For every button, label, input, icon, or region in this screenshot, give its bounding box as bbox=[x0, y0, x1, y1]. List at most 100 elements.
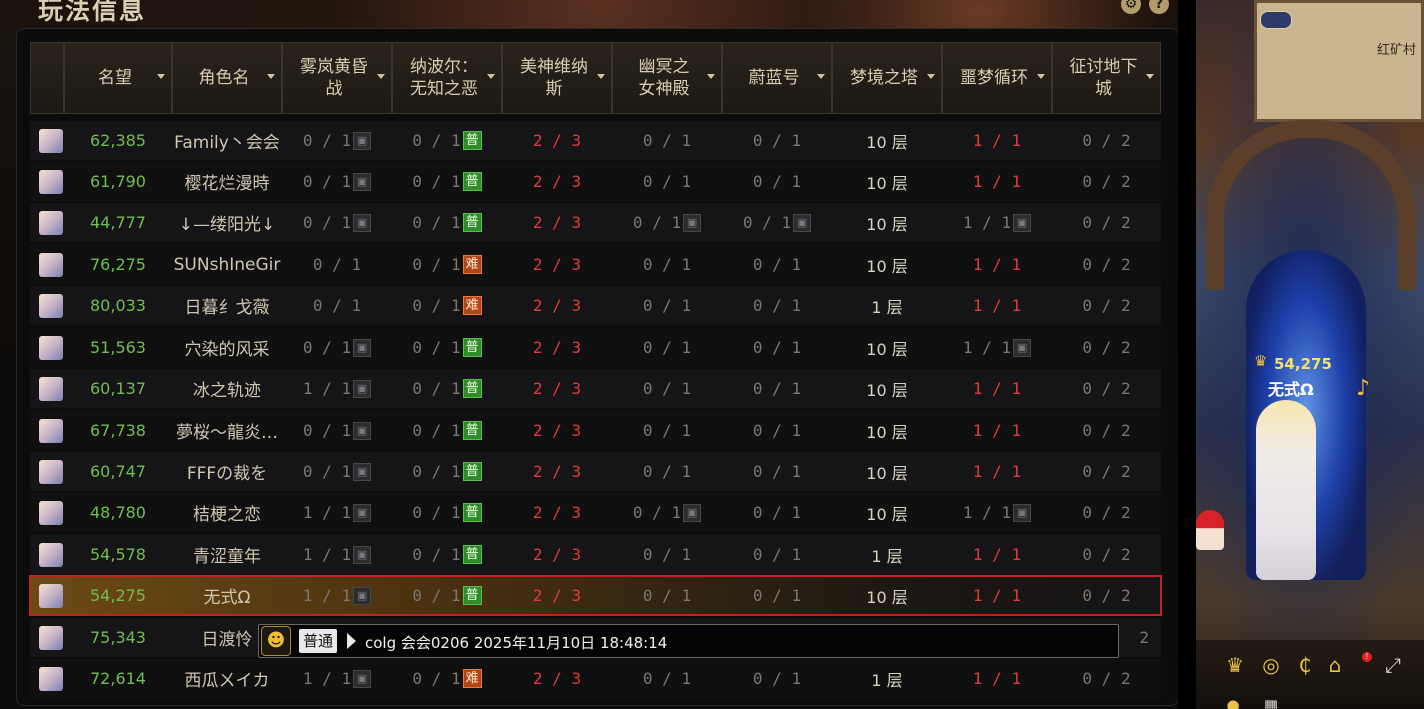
column-header-c1[interactable]: 雾岚黄昏 战 bbox=[282, 42, 392, 114]
azure-ship-progress: 0 / 1 bbox=[752, 379, 802, 398]
hard-difficulty-badge: 难 bbox=[462, 255, 482, 274]
underworld-temple-progress: 0 / 1 bbox=[642, 421, 692, 440]
crown-icon[interactable]: ♛ bbox=[1222, 652, 1248, 678]
table-row[interactable]: 76,275 SUNshIneGir 0 / 10 / 1难2 / 30 / 10 … bbox=[30, 245, 1161, 284]
table-row[interactable]: 54,275 无式Ω 1 / 1 ▣ 0 / 1普2 / 30 / 10 / 1 10 层… bbox=[29, 575, 1162, 616]
column-header-c5[interactable]: 蔚蓝号 bbox=[722, 42, 832, 114]
sort-caret-icon[interactable] bbox=[927, 74, 935, 79]
column-header-c3[interactable]: 美神维纳 斯 bbox=[502, 42, 612, 114]
expand-icon[interactable]: ⤢ bbox=[1380, 652, 1406, 678]
underworld-temple-progress: 0 / 1 bbox=[642, 296, 692, 315]
sort-caret-icon[interactable] bbox=[1146, 74, 1154, 79]
crown-icon: ♛ bbox=[1254, 352, 1268, 370]
column-header-label: 幽冥之 女神殿 bbox=[638, 57, 690, 99]
avatar bbox=[39, 253, 63, 277]
grid-icon[interactable]: ▦ bbox=[1262, 692, 1280, 709]
normal-difficulty-badge: 普 bbox=[462, 172, 482, 191]
gameplay-info-panel: 玩法信息 ⚙ ? 名望 角色名 雾岚黄昏 战纳波尔： 无知之恶 美神维纳 斯幽冥之 女… bbox=[0, 0, 1179, 709]
minimap-player-marker bbox=[1260, 11, 1292, 29]
nabol-progress: 0 / 1 bbox=[412, 545, 461, 564]
notification-dot: ! bbox=[1362, 652, 1372, 662]
table-row[interactable]: 72,614 西瓜ㄨイカ 1 / 1 ▣ 0 / 1难2 / 30 / 10 / 11 … bbox=[30, 659, 1161, 698]
column-header-c6[interactable]: 梦境之塔 bbox=[832, 42, 942, 114]
column-header-label: 美神维纳 斯 bbox=[520, 57, 588, 99]
dream-tower-floor: 10 层 bbox=[866, 173, 908, 193]
sort-caret-icon[interactable] bbox=[267, 74, 275, 79]
pin-icon[interactable]: ● bbox=[1224, 692, 1242, 709]
table-row[interactable]: 80,033 日暮纟戈薇 0 / 10 / 1难2 / 30 / 10 / 11 层… bbox=[30, 286, 1161, 325]
sort-caret-icon[interactable] bbox=[487, 74, 495, 79]
sort-caret-icon[interactable] bbox=[817, 74, 825, 79]
dungeon-conquest-progress: 0 / 2 bbox=[1082, 669, 1131, 688]
dream-tower-floor: 10 层 bbox=[866, 214, 908, 234]
column-header-c4[interactable]: 幽冥之 女神殿 bbox=[612, 42, 722, 114]
nabol-progress: 0 / 1 bbox=[412, 379, 461, 398]
table-row[interactable]: 60,747 FFFの裁を 0 / 1 ▣ 0 / 1普2 / 30 / 10 / 11… bbox=[30, 452, 1161, 491]
sort-caret-icon[interactable] bbox=[157, 74, 165, 79]
character-name: 日渡怜 bbox=[201, 630, 253, 650]
scene-divider bbox=[1178, 0, 1196, 709]
npc-character[interactable] bbox=[1196, 510, 1224, 550]
header-avatar-column bbox=[30, 42, 64, 114]
dream-tower-floor: 10 层 bbox=[866, 380, 908, 400]
table-row[interactable]: 48,780 桔梗之恋 1 / 1 ▣ 0 / 1普2 / 30 / 1 ▣ 0 / 1 10… bbox=[30, 493, 1161, 532]
nabol-progress: 0 / 1 bbox=[412, 255, 461, 274]
column-header-name[interactable]: 角色名 bbox=[172, 42, 282, 114]
chat-message-bar: ☻ 普通 colg 会会0206 2025年11月10日 18:48:14 bbox=[258, 624, 1119, 658]
player-character[interactable] bbox=[1256, 400, 1316, 580]
renown-value: 54,275 bbox=[90, 586, 146, 605]
dungeon-conquest-progress: 0 / 2 bbox=[1082, 545, 1131, 564]
character-name: 日暮纟戈薇 bbox=[184, 298, 270, 318]
lock-icon: ▣ bbox=[683, 213, 702, 232]
avatar bbox=[39, 584, 63, 608]
character-name: 桔梗之恋 bbox=[193, 505, 261, 525]
emoji-face-icon[interactable]: ☻ bbox=[261, 626, 291, 656]
nightmare-cycle-progress: 1 / 1 bbox=[972, 421, 1022, 440]
column-header-c2[interactable]: 纳波尔： 无知之恶 bbox=[392, 42, 502, 114]
renown-value: 61,790 bbox=[90, 172, 146, 191]
lock-icon: ▣ bbox=[353, 131, 372, 150]
column-header-c7[interactable]: 噩梦循环 bbox=[942, 42, 1052, 114]
table-row[interactable]: 67,738 夢桜～龍炎… 0 / 1 ▣ 0 / 1普2 / 30 / 10 / 11… bbox=[30, 411, 1161, 450]
table-row[interactable]: 54,578 青涩童年 1 / 1 ▣ 0 / 1普2 / 30 / 10 / 11 层… bbox=[30, 535, 1161, 574]
underworld-temple-progress: 0 / 1 bbox=[632, 503, 682, 522]
table-row[interactable]: 61,790 樱花烂漫時 0 / 1 ▣ 0 / 1普2 / 30 / 10 / 1 10… bbox=[30, 162, 1161, 201]
chat-channel-label[interactable]: 普通 bbox=[299, 629, 338, 653]
character-name: FFFの裁を bbox=[186, 464, 268, 484]
nabol-progress: 0 / 1 bbox=[412, 669, 461, 688]
dungeon-conquest-progress: 0 / 2 bbox=[1082, 503, 1131, 522]
dream-tower-floor: 10 层 bbox=[866, 587, 908, 607]
sort-caret-icon[interactable] bbox=[707, 74, 715, 79]
sort-caret-icon[interactable] bbox=[597, 74, 605, 79]
sort-caret-icon[interactable] bbox=[377, 74, 385, 79]
table-row[interactable]: 62,385 Family丶会会 0 / 1 ▣ 0 / 1普2 / 30 / 10 /… bbox=[30, 121, 1161, 160]
column-header-label: 征讨地下 城 bbox=[1069, 57, 1138, 99]
nabol-progress: 0 / 1 bbox=[412, 131, 461, 150]
avatar bbox=[39, 501, 63, 525]
fog-dusk-battle-progress: 1 / 1 bbox=[302, 503, 352, 522]
fog-dusk-battle-progress: 0 / 1 bbox=[302, 213, 352, 232]
nightmare-cycle-progress: 1 / 1 bbox=[972, 255, 1022, 274]
column-header-renown[interactable]: 名望 bbox=[64, 42, 172, 114]
azure-ship-progress: 0 / 1 bbox=[752, 255, 802, 274]
table-row[interactable]: 44,777 ↓—缕阳光↓ 0 / 1 ▣ 0 / 1普2 / 30 / 1 ▣ 0 / 1… bbox=[30, 203, 1161, 242]
table-row[interactable]: 60,137 冰之轨迹 1 / 1 ▣ 0 / 1普2 / 30 / 10 / 1 10 … bbox=[30, 369, 1161, 408]
underworld-temple-progress: 0 / 1 bbox=[642, 172, 692, 191]
fog-dusk-battle-progress: 1 / 1 bbox=[302, 669, 352, 688]
character-name: 无式Ω bbox=[1268, 380, 1314, 399]
dream-tower-floor: 10 层 bbox=[866, 422, 908, 442]
column-header-c8[interactable]: 征讨地下 城 bbox=[1052, 42, 1161, 114]
sort-caret-icon[interactable] bbox=[1037, 74, 1045, 79]
fog-dusk-battle-progress: 0 / 1 bbox=[302, 421, 352, 440]
dungeon-conquest-progress: 0 / 2 bbox=[1082, 213, 1131, 232]
house-icon[interactable]: ⌂ bbox=[1322, 652, 1348, 678]
coin-icon[interactable]: ◎ bbox=[1258, 652, 1284, 678]
fog-dusk-battle-progress: 0 / 1 bbox=[302, 131, 352, 150]
table-row[interactable]: 51,563 穴染的风采 0 / 1 ▣ 0 / 1普2 / 30 / 10 / 1 10… bbox=[30, 328, 1161, 367]
minimap[interactable]: 红矿村 bbox=[1254, 0, 1424, 122]
venus-progress: 2 / 3 bbox=[532, 503, 582, 522]
lock-icon: ▣ bbox=[683, 503, 702, 522]
column-header-label: 角色名 bbox=[198, 68, 250, 88]
currency-c-icon[interactable]: ₵ bbox=[1292, 652, 1318, 678]
character-name: ↓—缕阳光↓ bbox=[178, 215, 276, 235]
